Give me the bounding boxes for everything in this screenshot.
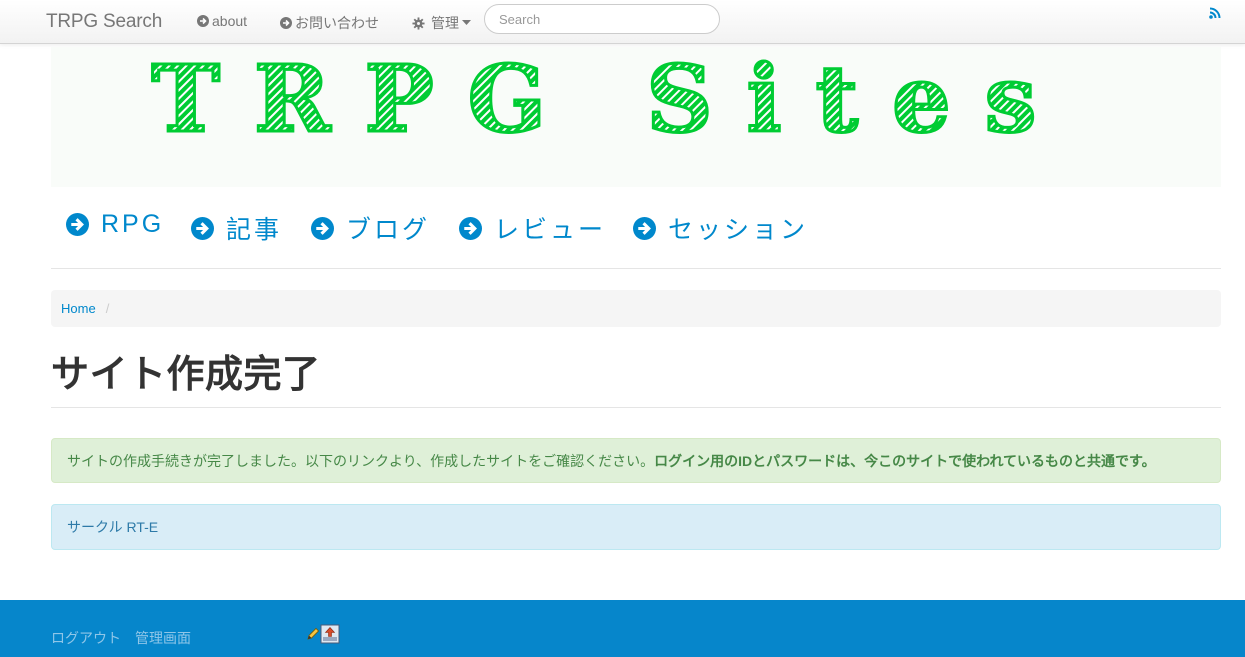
category-label: レビュー <box>494 216 607 244</box>
circle-arrow-icon <box>191 216 214 240</box>
page-title: サイト作成完了 <box>51 354 321 396</box>
circle-arrow-icon <box>280 17 292 29</box>
circle-arrow-icon <box>633 216 656 240</box>
site-banner: TRPG Sites <box>51 47 1221 187</box>
banner-title: TRPG Sites <box>152 47 1071 153</box>
circle-arrow-icon <box>66 213 89 236</box>
brand-link[interactable]: TRPG Search <box>46 11 162 33</box>
search-input[interactable] <box>484 4 720 34</box>
admin-dropdown[interactable]: 管理 <box>412 13 471 33</box>
category-rpg[interactable]: RPG <box>66 210 164 239</box>
divider <box>51 407 1221 408</box>
category-label: 記事 <box>226 216 283 244</box>
breadcrumb-separator: / <box>105 301 110 316</box>
category-label: セッション <box>668 216 809 244</box>
pencil-icon <box>307 627 320 640</box>
about-link[interactable]: about <box>197 13 247 29</box>
banner-logo: TRPG Sites <box>150 47 1071 155</box>
edit-tools[interactable] <box>306 624 340 644</box>
footer: ログアウト 管理画面 <box>0 600 1245 657</box>
logout-link[interactable]: ログアウト <box>51 628 121 648</box>
circle-arrow-icon <box>459 216 482 240</box>
category-label: RPG <box>101 210 165 238</box>
category-articles[interactable]: 記事 <box>191 210 282 246</box>
category-blog[interactable]: ブログ <box>311 210 430 246</box>
top-navbar: TRPG Search about お問い合わせ 管理 <box>0 0 1245 44</box>
contact-link[interactable]: お問い合わせ <box>280 13 379 33</box>
success-message-bold: ログイン用のIDとパスワードは、今このサイトで使われているものと共通です。 <box>654 452 1156 469</box>
contact-label: お問い合わせ <box>295 15 379 31</box>
success-alert: サイトの作成手続きが完了しました。以下のリンクより、作成したサイトをご確認くださ… <box>51 438 1221 483</box>
upload-icon <box>320 624 340 644</box>
circle-arrow-icon <box>311 216 334 240</box>
created-site-link[interactable]: サークル RT-E <box>67 517 158 537</box>
divider <box>51 268 1221 269</box>
rss-icon[interactable] <box>1209 7 1221 19</box>
category-review[interactable]: レビュー <box>459 210 606 246</box>
category-session[interactable]: セッション <box>633 210 808 246</box>
circle-arrow-icon <box>197 15 209 27</box>
admin-label: 管理 <box>431 15 459 31</box>
admin-screen-link[interactable]: 管理画面 <box>135 628 191 648</box>
breadcrumb: Home / <box>51 290 1221 327</box>
caret-down-icon <box>462 20 471 25</box>
gear-icon <box>412 16 425 30</box>
about-label: about <box>212 13 248 29</box>
category-label: ブログ <box>346 216 431 244</box>
breadcrumb-home-link[interactable]: Home <box>61 301 96 316</box>
success-message: サイトの作成手続きが完了しました。以下のリンクより、作成したサイトをご確認くださ… <box>67 452 655 469</box>
info-alert: サークル RT-E <box>51 504 1221 550</box>
